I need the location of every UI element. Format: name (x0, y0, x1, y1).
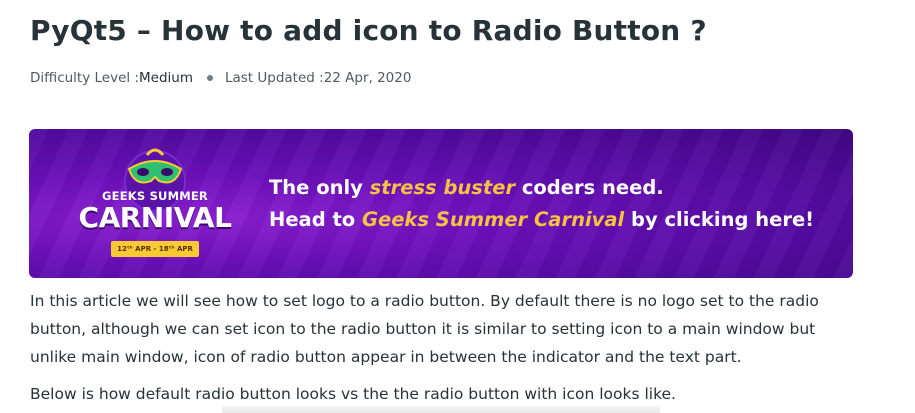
banner-line-1-start: The only (269, 176, 370, 199)
updated-label: Last Updated : (224, 70, 324, 86)
banner-line-2: Head to Geeks Summer Carnival by clickin… (269, 204, 814, 236)
article-paragraph-2: Below is how default radio button looks … (30, 385, 676, 403)
logo-dates-ribbon: 12ᵗʰ APR - 18ᵗʰ APR (111, 241, 199, 257)
article-meta: Difficulty Level : Medium Last Updated :… (30, 70, 411, 86)
logo-main-text: CARNIVAL (78, 201, 232, 234)
article-title: PyQt5 – How to add icon to Radio Button … (30, 14, 707, 47)
banner-line-2-start: Head to (269, 208, 362, 231)
banner-line-2-end: by clicking here! (624, 208, 815, 231)
carnival-logo: GEEKS SUMMER CARNIVAL 12ᵗʰ APR - 18ᵗʰ AP… (67, 147, 243, 265)
updated-value: 22 Apr, 2020 (323, 70, 412, 86)
difficulty-label: Difficulty Level : (30, 70, 139, 86)
separator-dot (206, 75, 213, 81)
banner-line-1-end: coders need. (515, 176, 664, 199)
next-content-placeholder (222, 406, 660, 413)
promo-banner[interactable]: GEEKS SUMMER CARNIVAL 12ᵗʰ APR - 18ᵗʰ AP… (29, 129, 853, 278)
banner-line-2-highlight: Geeks Summer Carnival (361, 208, 625, 231)
difficulty-value[interactable]: Medium (139, 70, 193, 86)
banner-line-1: The only stress buster coders need. (269, 172, 814, 204)
banner-line-1-highlight: stress buster (369, 176, 516, 199)
banner-message: The only stress buster coders need. Head… (269, 172, 814, 236)
article-paragraph-1: In this article we will see how to set l… (30, 292, 819, 366)
